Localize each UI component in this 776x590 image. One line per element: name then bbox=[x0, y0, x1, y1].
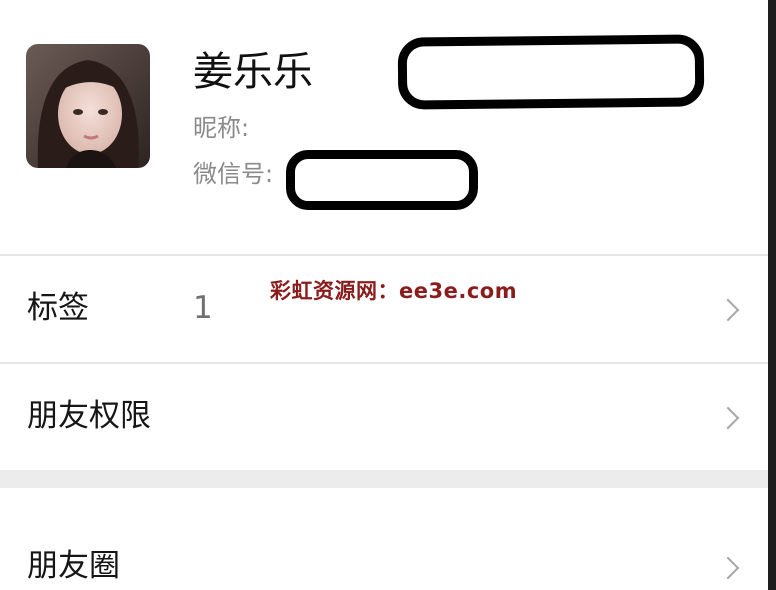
chevron-right-icon bbox=[716, 556, 740, 580]
avatar[interactable] bbox=[26, 44, 150, 168]
wechat-id-label: 微信号: bbox=[193, 160, 274, 188]
tags-value: 1 bbox=[193, 290, 213, 326]
screen-edge bbox=[768, 0, 776, 590]
redaction-mark-top bbox=[397, 34, 705, 110]
moments-label: 朋友圈 bbox=[27, 548, 120, 584]
menu-row-tags[interactable]: 标签 1 bbox=[0, 256, 776, 362]
profile-name: 姜乐乐 bbox=[193, 49, 313, 95]
redaction-mark-wechat-id bbox=[286, 150, 478, 210]
section-gap bbox=[0, 470, 776, 488]
tags-label: 标签 bbox=[27, 290, 89, 326]
chevron-right-icon bbox=[716, 406, 740, 430]
menu-row-friend-permissions[interactable]: 朋友权限 bbox=[0, 364, 776, 470]
menu-row-moments[interactable]: 朋友圈 bbox=[0, 488, 776, 590]
profile-header: 姜乐乐 昵称: 微信号: bbox=[0, 0, 776, 254]
chevron-right-icon bbox=[716, 298, 740, 322]
avatar-image bbox=[26, 44, 150, 168]
watermark: 彩虹资源网：ee3e.com bbox=[270, 279, 518, 303]
friend-permissions-label: 朋友权限 bbox=[27, 398, 151, 434]
nickname-label: 昵称: bbox=[193, 114, 250, 142]
